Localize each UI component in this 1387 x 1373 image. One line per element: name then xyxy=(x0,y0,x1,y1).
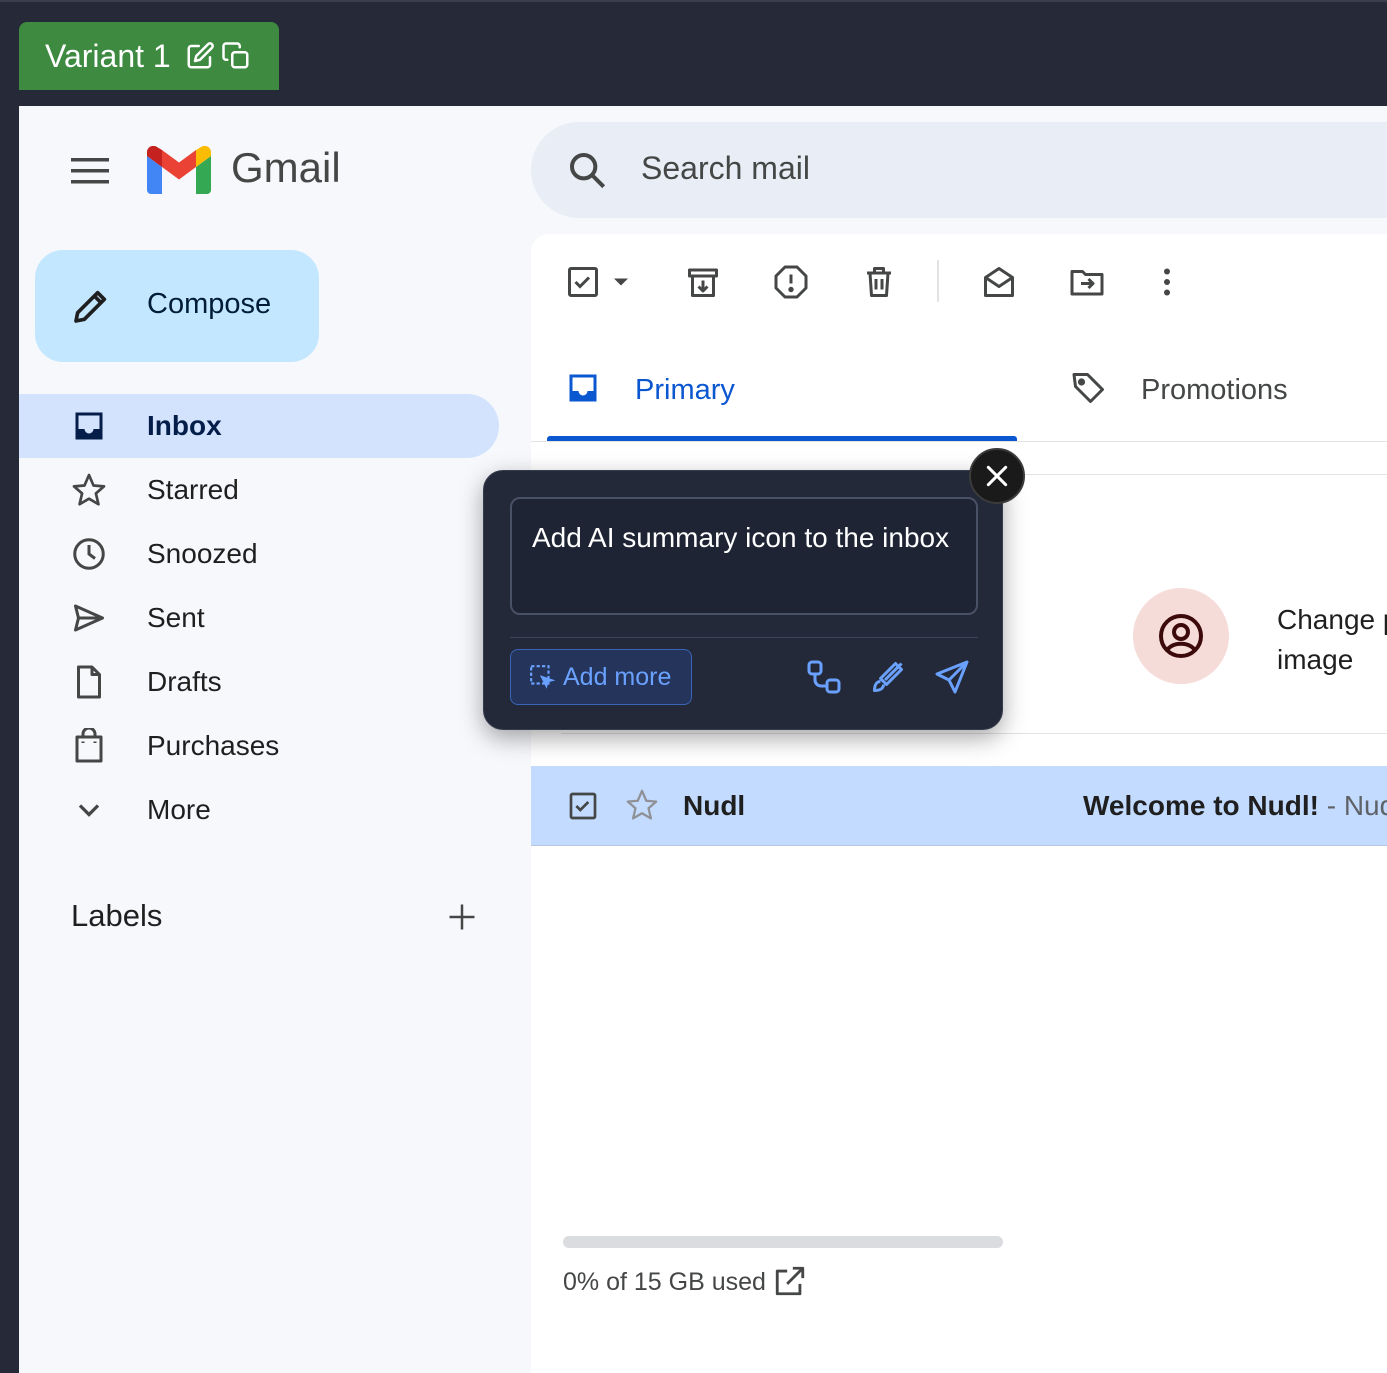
row-checkbox-icon[interactable] xyxy=(567,790,599,822)
chevron-down-icon xyxy=(78,804,100,817)
workflow-icon[interactable] xyxy=(806,659,842,695)
mail-subject: Welcome to Nudl! - Nud xyxy=(1083,790,1387,822)
send-icon xyxy=(74,604,104,632)
mail-sender: Nudl xyxy=(683,790,746,821)
sidebar-item-label: More xyxy=(147,794,211,825)
sidebar-item-inbox[interactable]: Inbox xyxy=(19,394,499,458)
gmail-logo-text: Gmail xyxy=(231,144,341,191)
more-options-icon[interactable] xyxy=(1149,264,1185,300)
compose-label: Compose xyxy=(147,288,272,320)
main-menu-icon[interactable] xyxy=(71,156,111,186)
move-to-icon[interactable] xyxy=(1069,264,1105,300)
add-label-icon[interactable] xyxy=(447,902,477,932)
search-bar[interactable]: Search mail xyxy=(531,122,1387,218)
brush-icon[interactable] xyxy=(870,659,906,695)
close-popup-button[interactable] xyxy=(969,448,1025,504)
duplicate-icon[interactable] xyxy=(221,41,251,71)
star-icon[interactable] xyxy=(625,788,659,822)
popup-divider xyxy=(510,637,978,638)
sidebar-item-label: Inbox xyxy=(147,410,222,441)
sidebar-item-more[interactable]: More xyxy=(19,778,499,842)
mail-snippet: - Nud xyxy=(1326,790,1387,821)
ai-prompt-popup: Add AI summary icon to the inbox Add mor… xyxy=(483,470,1003,730)
gmail-logo-icon xyxy=(147,146,211,194)
select-checkbox-icon[interactable] xyxy=(565,264,601,300)
left-rail xyxy=(0,106,19,1373)
tab-label: Promotions xyxy=(1141,374,1288,406)
storage-bar xyxy=(563,1236,1003,1248)
sidebar-item-label: Purchases xyxy=(147,730,280,761)
mail-subject-text: Welcome to Nudl! xyxy=(1083,790,1319,821)
shopping-bag-icon xyxy=(75,728,103,763)
archive-icon[interactable] xyxy=(685,264,721,300)
variant-tab-label: Variant 1 xyxy=(45,37,171,74)
tab-label: Primary xyxy=(635,374,735,406)
tag-icon xyxy=(1072,373,1104,403)
search-icon[interactable] xyxy=(567,150,607,190)
inbox-icon xyxy=(569,374,597,402)
app-topbar: Variant 1 xyxy=(0,0,1387,106)
sidebar-item-snoozed[interactable]: Snoozed xyxy=(19,522,499,586)
toolbar-divider xyxy=(937,260,939,302)
sidebar-item-drafts[interactable]: Drafts xyxy=(19,650,499,714)
clock-icon xyxy=(73,538,105,570)
open-in-new-icon[interactable] xyxy=(773,1264,807,1298)
tab-promotions[interactable]: Promotions xyxy=(1017,342,1387,442)
storage-text: 0% of 15 GB used xyxy=(563,1268,766,1296)
select-element-icon xyxy=(530,665,555,689)
sidebar-item-label: Drafts xyxy=(147,666,222,697)
tab-primary[interactable]: Primary xyxy=(531,342,1017,442)
table-row[interactable]: Nudl Welcome to Nudl! - Nud xyxy=(531,766,1387,846)
mark-as-read-icon[interactable] xyxy=(981,264,1017,300)
labels-heading: Labels xyxy=(71,898,163,933)
variant-tab[interactable]: Variant 1 xyxy=(19,22,279,90)
close-icon xyxy=(986,465,1008,487)
sidebar-item-label: Snoozed xyxy=(147,538,258,569)
change-image-text: Change p image xyxy=(1277,604,1387,675)
delete-icon[interactable] xyxy=(861,264,897,300)
report-spam-icon[interactable] xyxy=(773,264,809,300)
send-icon[interactable] xyxy=(934,659,970,695)
avatar[interactable] xyxy=(1133,588,1229,684)
inbox-icon xyxy=(75,412,103,440)
add-more-label: Add more xyxy=(563,662,672,691)
compose-button[interactable]: Compose xyxy=(35,250,319,362)
sidebar-item-starred[interactable]: Starred xyxy=(19,458,499,522)
tab-divider xyxy=(531,441,1387,442)
edit-icon[interactable] xyxy=(185,41,215,71)
caret-down-icon[interactable] xyxy=(607,264,635,300)
sidebar-item-sent[interactable]: Sent xyxy=(19,586,499,650)
gmail-app: Gmail Search mail Compose Inbox Starred … xyxy=(19,106,1387,1373)
account-circle-icon xyxy=(1159,614,1203,658)
sidebar-item-purchases[interactable]: Purchases xyxy=(19,714,499,778)
add-more-button[interactable]: Add more xyxy=(510,649,692,705)
prompt-input[interactable]: Add AI summary icon to the inbox xyxy=(510,497,978,615)
pencil-icon xyxy=(74,290,107,323)
search-input[interactable]: Search mail xyxy=(641,150,810,187)
mail-list-panel: Primary Promotions Change p image Nudl W… xyxy=(531,234,1387,1373)
draft-icon xyxy=(77,665,101,699)
star-icon xyxy=(72,473,106,506)
sidebar-item-label: Sent xyxy=(147,602,205,633)
sidebar-item-label: Starred xyxy=(147,474,239,505)
